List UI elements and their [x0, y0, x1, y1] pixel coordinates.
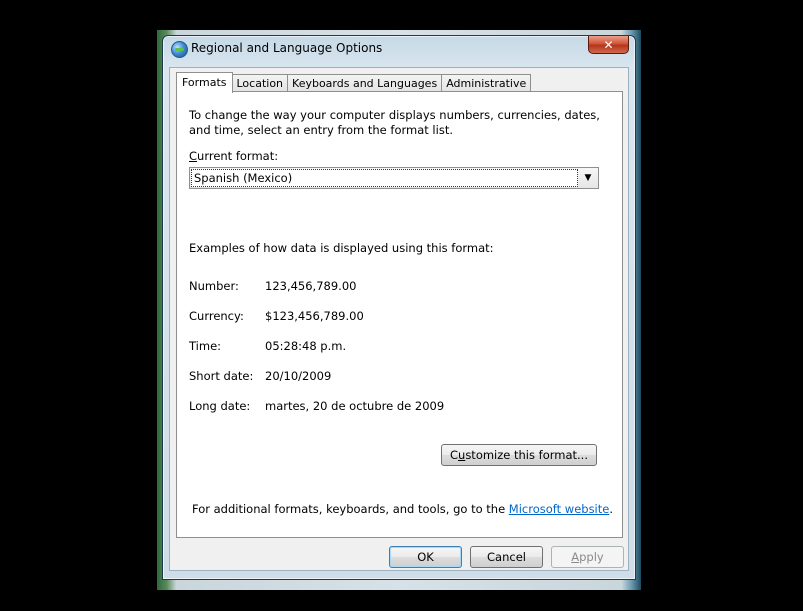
- tab-formats[interactable]: Formats: [176, 72, 233, 93]
- example-label: Long date:: [189, 399, 251, 413]
- footer-end: .: [609, 502, 613, 516]
- apply-label-mnemonic: A: [571, 550, 580, 564]
- cancel-button[interactable]: Cancel: [470, 546, 543, 568]
- intro-text: To change the way your computer displays…: [189, 108, 600, 137]
- tab-administrative[interactable]: Administrative: [441, 74, 532, 92]
- apply-label-rest: pply: [579, 550, 604, 564]
- example-label: Short date:: [189, 369, 254, 383]
- formats-panel: To change the way your computer displays…: [176, 91, 623, 538]
- example-row-number: Number: 123,456,789.00: [189, 279, 356, 293]
- close-icon: ✕: [603, 37, 614, 52]
- example-value: 20/10/2009: [265, 369, 332, 383]
- close-button[interactable]: ✕: [588, 36, 629, 54]
- tab-location[interactable]: Location: [231, 74, 289, 92]
- ok-button[interactable]: OK: [389, 546, 462, 568]
- example-label: Currency:: [189, 309, 244, 323]
- customize-label-start: C: [449, 448, 459, 462]
- current-format-value: Spanish (Mexico): [191, 169, 578, 187]
- regional-language-dialog: Regional and Language Options ✕ Formats …: [162, 35, 636, 580]
- dialog-client: Formats Location Keyboards and Languages…: [169, 67, 629, 571]
- microsoft-website-link[interactable]: Microsoft website: [509, 502, 610, 516]
- examples-title: Examples of how data is displayed using …: [189, 241, 494, 255]
- example-value: 123,456,789.00: [265, 279, 357, 293]
- example-row-short-date: Short date: 20/10/2009: [189, 369, 331, 383]
- example-label: Number:: [189, 279, 239, 293]
- footer-text: For additional formats, keyboards, and t…: [192, 502, 509, 516]
- additional-formats-text: For additional formats, keyboards, and t…: [192, 502, 613, 516]
- example-value: 05:28:48 p.m.: [265, 339, 347, 353]
- example-row-long-date: Long date: martes, 20 de octubre de 2009: [189, 399, 444, 413]
- current-format-label: Current format:: [189, 149, 278, 163]
- apply-button[interactable]: Apply: [551, 546, 624, 568]
- chevron-down-icon[interactable]: ▼: [582, 172, 594, 184]
- example-row-currency: Currency: $123,456,789.00: [189, 309, 364, 323]
- customize-format-button[interactable]: Customize this format...: [441, 444, 597, 466]
- tab-strip: Formats Location Keyboards and Languages…: [176, 72, 532, 93]
- example-label: Time:: [189, 339, 222, 353]
- current-format-label-mnemonic: C: [189, 149, 198, 163]
- customize-label-rest: stomize this format...: [465, 448, 588, 462]
- title-bar[interactable]: Regional and Language Options ✕: [163, 36, 635, 66]
- example-value: $123,456,789.00: [265, 309, 364, 323]
- current-format-dropdown[interactable]: Spanish (Mexico) ▼: [189, 167, 599, 189]
- window-title: Regional and Language Options: [191, 41, 383, 55]
- example-row-time: Time: 05:28:48 p.m.: [189, 339, 346, 353]
- example-value: martes, 20 de octubre de 2009: [265, 399, 445, 413]
- tab-keyboards-and-languages[interactable]: Keyboards and Languages: [287, 74, 443, 92]
- globe-icon: [171, 41, 188, 58]
- current-format-label-rest: urrent format:: [197, 149, 279, 163]
